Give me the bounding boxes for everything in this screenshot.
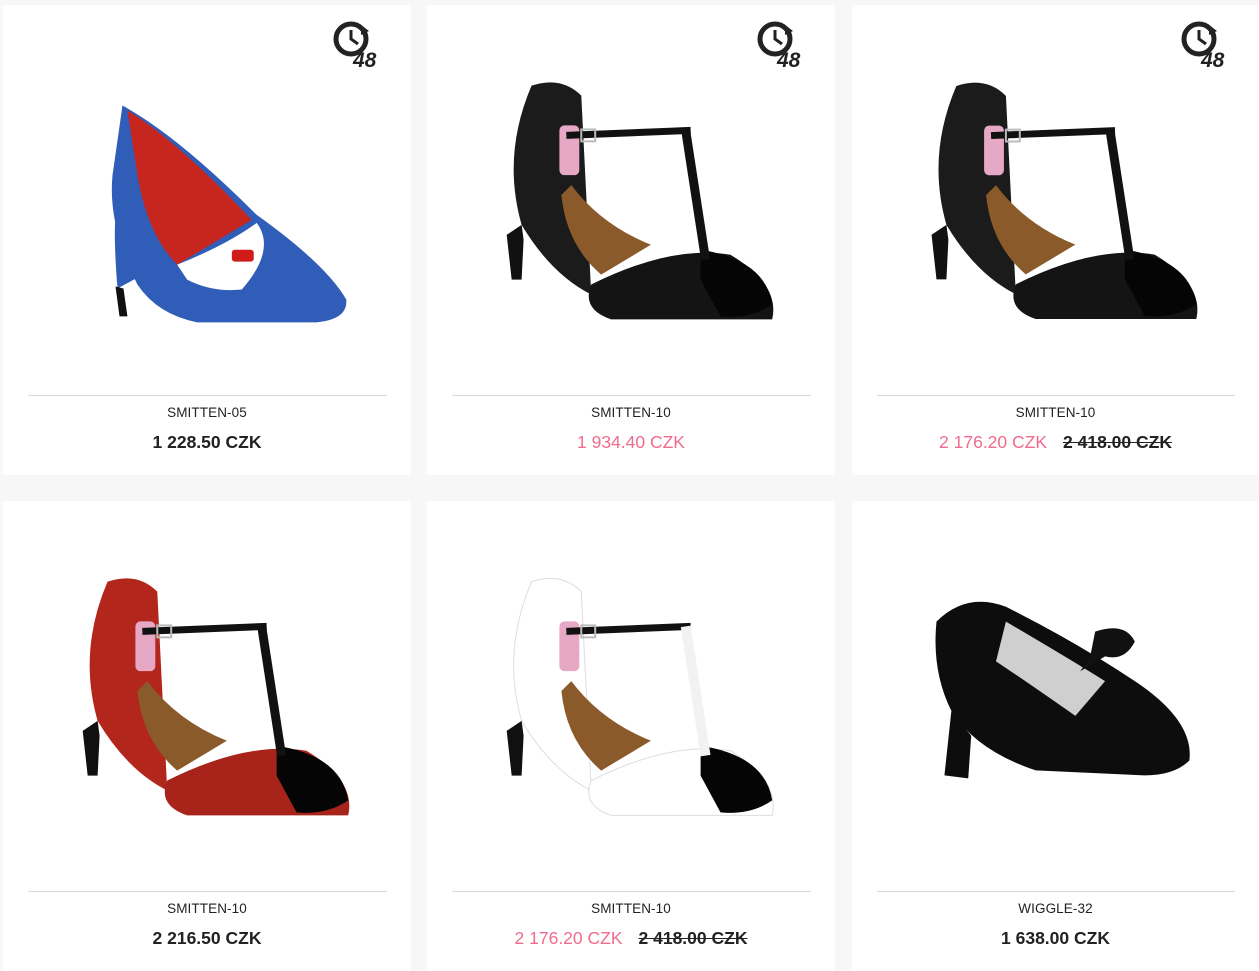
product-price: 1 638.00 CZK: [1001, 928, 1110, 948]
product-price: 2 216.50 CZK: [152, 928, 262, 948]
product-card[interactable]: 48 SMITTEN-05 1 228.50 CZK: [3, 5, 411, 475]
product-card[interactable]: SMITTEN-10 2 176.20 CZK 2 418.00 CZK: [427, 501, 835, 971]
product-image-black-tstrap[interactable]: [452, 65, 810, 340]
product-name[interactable]: SMITTEN-05: [3, 405, 411, 420]
card-divider: [877, 891, 1235, 892]
product-card[interactable]: 48 SMITTEN-10 2 176.20 CZK 2 418.00 CZK: [852, 5, 1259, 475]
product-card[interactable]: WIGGLE-32 1 638.00 CZK: [852, 501, 1259, 971]
product-sale-price: 1 934.40 CZK: [577, 432, 685, 452]
clock-48h-icon: 48: [331, 17, 383, 72]
product-name[interactable]: SMITTEN-10: [427, 405, 835, 420]
price-row: 2 176.20 CZK 2 418.00 CZK: [427, 928, 835, 949]
card-divider: [877, 395, 1235, 396]
clock-48h-icon: 48: [755, 17, 807, 72]
product-image-black-tstrap[interactable]: [877, 65, 1234, 340]
product-image-blue-pump[interactable]: [28, 65, 386, 340]
product-card[interactable]: SMITTEN-10 2 216.50 CZK: [3, 501, 411, 971]
product-card[interactable]: 48 SMITTEN-10 1 934.40 CZK: [427, 5, 835, 475]
card-divider: [452, 891, 811, 892]
product-name[interactable]: SMITTEN-10: [427, 901, 835, 916]
price-row: 1 228.50 CZK: [3, 432, 411, 453]
price-row: 1 638.00 CZK: [852, 928, 1259, 949]
price-row: 1 934.40 CZK: [427, 432, 835, 453]
price-row: 2 176.20 CZK 2 418.00 CZK: [852, 432, 1259, 453]
price-row: 2 216.50 CZK: [3, 928, 411, 949]
clock-48h-icon: 48: [1179, 17, 1231, 72]
product-sale-price: 2 176.20 CZK: [939, 432, 1048, 452]
card-divider: [28, 395, 387, 396]
product-image-black-oxford[interactable]: [877, 561, 1234, 836]
product-price: 1 228.50 CZK: [152, 432, 262, 452]
product-name[interactable]: SMITTEN-10: [3, 901, 411, 916]
product-name[interactable]: WIGGLE-32: [852, 901, 1259, 916]
product-sale-price: 2 176.20 CZK: [514, 928, 623, 948]
product-image-white-tstrap[interactable]: [452, 561, 810, 836]
product-image-red-tstrap[interactable]: [28, 561, 386, 836]
product-old-price: 2 418.00 CZK: [638, 928, 748, 948]
card-divider: [452, 395, 811, 396]
card-divider: [28, 891, 387, 892]
product-name[interactable]: SMITTEN-10: [852, 405, 1259, 420]
product-grid: 48 SMITTEN-05 1 228.50 CZK 48 SMITTEN-10…: [0, 0, 1259, 971]
product-old-price: 2 418.00 CZK: [1063, 432, 1172, 452]
